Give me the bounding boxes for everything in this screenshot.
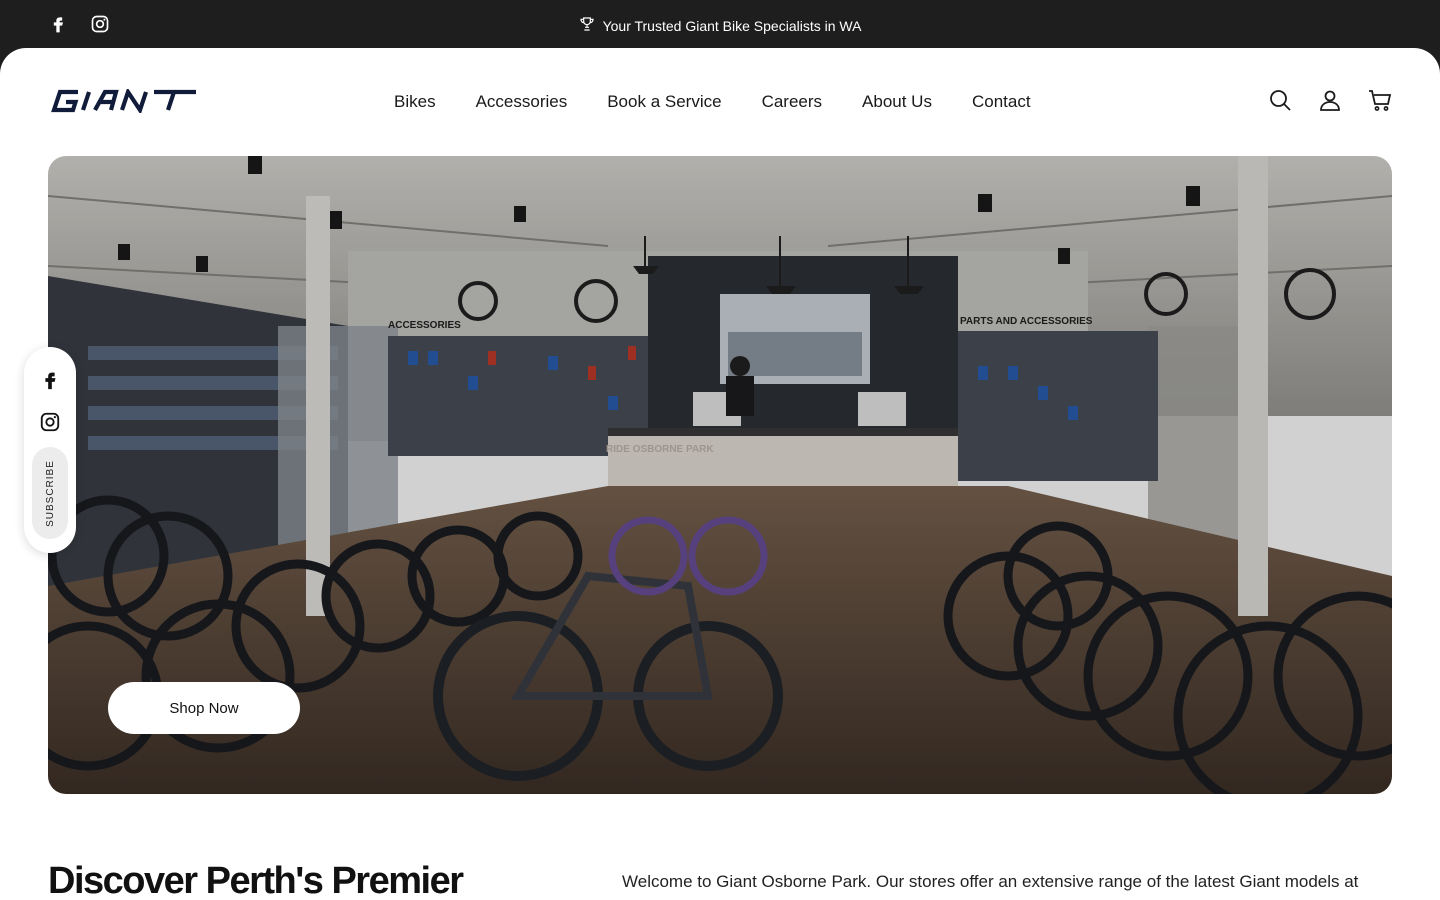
trophy-icon bbox=[579, 16, 595, 35]
giant-logo[interactable] bbox=[48, 87, 198, 115]
nav-bikes[interactable]: Bikes bbox=[394, 92, 436, 112]
main-nav: Bikes Accessories Book a Service Careers… bbox=[394, 92, 1031, 112]
announcement-text: Your Trusted Giant Bike Specialists in W… bbox=[602, 17, 862, 34]
nav-careers[interactable]: Careers bbox=[762, 92, 822, 112]
search-icon[interactable] bbox=[1268, 88, 1292, 112]
subscribe-button[interactable]: SUBSCRIBE bbox=[32, 447, 68, 539]
cart-icon[interactable] bbox=[1368, 88, 1392, 112]
floating-social-bar: SUBSCRIBE bbox=[24, 347, 76, 553]
nav-book-service[interactable]: Book a Service bbox=[607, 92, 721, 112]
intro-text: Welcome to Giant Osborne Park. Our store… bbox=[622, 872, 1359, 891]
nav-about-us[interactable]: About Us bbox=[862, 92, 932, 112]
account-icon[interactable] bbox=[1318, 88, 1342, 112]
nav-contact[interactable]: Contact bbox=[972, 92, 1031, 112]
hero-banner: ACCESSORIES PARTS AND ACCESSORIES RIDE O… bbox=[48, 156, 1392, 794]
instagram-icon[interactable] bbox=[39, 411, 61, 433]
announcement: Your Trusted Giant Bike Specialists in W… bbox=[0, 16, 1440, 35]
facebook-icon[interactable] bbox=[39, 369, 61, 391]
subscribe-label: SUBSCRIBE bbox=[44, 459, 56, 527]
nav-accessories[interactable]: Accessories bbox=[476, 92, 568, 112]
intro-title: Discover Perth's Premier bbox=[48, 860, 464, 900]
shop-now-button[interactable]: Shop Now bbox=[108, 682, 300, 734]
header-actions bbox=[1268, 88, 1392, 112]
announcement-bar: Your Trusted Giant Bike Specialists in W… bbox=[0, 0, 1440, 48]
main-panel: Bikes Accessories Book a Service Careers… bbox=[0, 48, 1440, 900]
